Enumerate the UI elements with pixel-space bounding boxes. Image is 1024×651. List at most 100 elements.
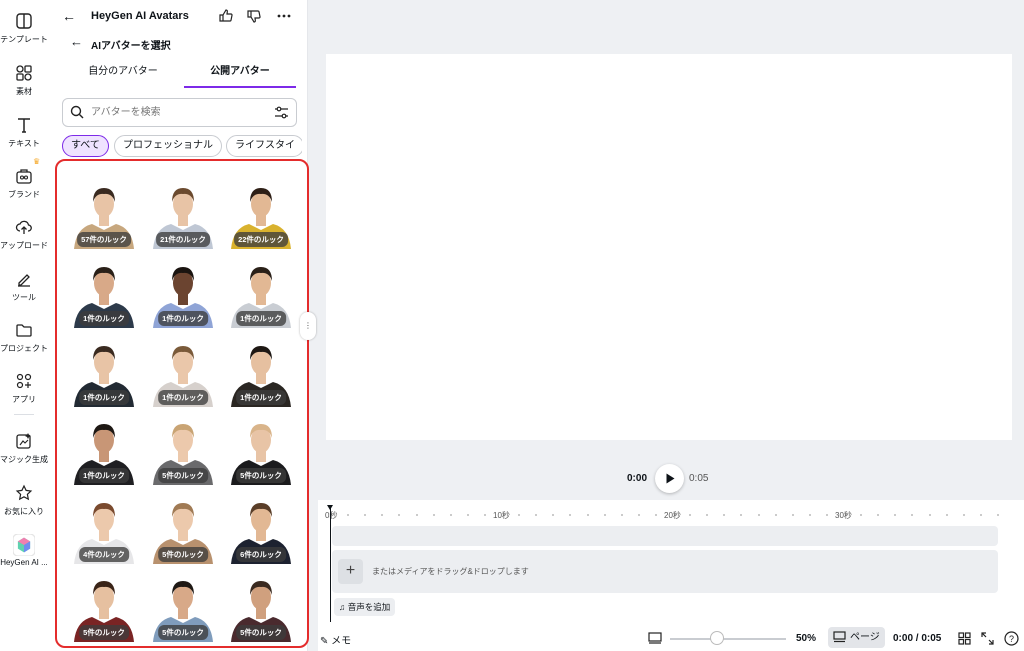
design-canvas[interactable] bbox=[326, 54, 1012, 440]
avatar-tabs: 自分のアバター 公開アバター bbox=[48, 60, 308, 88]
crown-icon: ♛ bbox=[33, 157, 41, 166]
avatar-card[interactable]: 1件のルック bbox=[227, 336, 295, 407]
rail-label: アップロード bbox=[0, 241, 48, 250]
notes-button[interactable]: ✎ メモ bbox=[320, 632, 351, 647]
filter-icon[interactable] bbox=[274, 105, 289, 120]
thumbs-up-icon[interactable] bbox=[218, 8, 234, 24]
notes-icon: ✎ bbox=[320, 636, 332, 647]
avatar-card[interactable]: 1件のルック bbox=[227, 257, 295, 328]
looks-count-badge: 57件のルック bbox=[77, 232, 131, 247]
avatar-card[interactable]: 6件のルック bbox=[227, 493, 295, 564]
search-icon bbox=[70, 105, 84, 119]
ruler-dot bbox=[586, 514, 589, 516]
ruler-dot bbox=[535, 514, 538, 516]
tab-public-avatars[interactable]: 公開アバター bbox=[184, 60, 296, 88]
chip-lifestyle[interactable]: ライフスタイ bbox=[226, 135, 302, 157]
play-button[interactable] bbox=[655, 464, 684, 493]
pages-label: ページ bbox=[850, 632, 880, 643]
tab-my-avatars[interactable]: 自分のアバター bbox=[64, 60, 182, 88]
rail-label: お気に入り bbox=[4, 507, 44, 516]
total-time: 0:05 bbox=[689, 473, 709, 484]
category-chips: すべて プロフェッショナル ライフスタイ bbox=[62, 135, 302, 159]
ruler-dot bbox=[706, 514, 709, 516]
looks-count-badge: 5件のルック bbox=[79, 625, 129, 640]
avatar-card[interactable]: 5件のルック bbox=[227, 414, 295, 485]
ruler-dot bbox=[808, 514, 811, 516]
panel-subheader: ← AIアバターを選択 bbox=[48, 32, 308, 56]
avatar-card[interactable]: 1件のルック bbox=[70, 257, 138, 328]
looks-count-badge: 5件のルック bbox=[236, 468, 286, 483]
rail-item-apps[interactable]: アプリ bbox=[0, 372, 48, 405]
back-arrow-icon[interactable]: ← bbox=[62, 8, 76, 24]
back-arrow-icon[interactable]: ← bbox=[70, 34, 83, 49]
looks-count-badge: 1件のルック bbox=[158, 311, 208, 326]
fullscreen-icon[interactable] bbox=[981, 632, 994, 645]
avatar-card[interactable]: 22件のルック bbox=[227, 178, 295, 249]
looks-count-badge: 1件のルック bbox=[79, 468, 129, 483]
avatar-card[interactable]: 21件のルック bbox=[149, 178, 217, 249]
rail-item-projects[interactable]: プロジェクト bbox=[0, 321, 48, 354]
avatar-card[interactable]: 1件のルック bbox=[70, 336, 138, 407]
pages-button[interactable]: ページ bbox=[828, 627, 885, 648]
chip-professional[interactable]: プロフェッショナル bbox=[114, 135, 222, 157]
heygen-app-icon bbox=[13, 534, 35, 556]
ruler-dot bbox=[381, 514, 384, 516]
panel-title: HeyGen AI Avatars bbox=[91, 10, 189, 22]
thumbs-down-icon[interactable] bbox=[246, 8, 262, 24]
playhead[interactable] bbox=[327, 505, 333, 622]
draw-icon bbox=[18, 274, 30, 287]
rail-item-templates[interactable]: テンプレート bbox=[0, 12, 48, 45]
ruler-dot bbox=[996, 514, 999, 516]
svg-text:?: ? bbox=[1009, 634, 1014, 644]
search-input[interactable] bbox=[91, 103, 266, 122]
avatar-card[interactable]: 5件のルック bbox=[149, 493, 217, 564]
avatar-card[interactable]: 4件のルック bbox=[70, 493, 138, 564]
rail-label: マジック生成 bbox=[0, 455, 48, 464]
looks-count-badge: 5件のルック bbox=[158, 625, 208, 640]
avatar-card[interactable]: 1件のルック bbox=[149, 336, 217, 407]
rail-divider bbox=[14, 414, 34, 415]
rail-item-brand[interactable]: ブランド bbox=[0, 167, 48, 200]
add-audio-button[interactable]: ♫ 音声を追加 bbox=[334, 598, 396, 616]
ruler-tick: 10秒 bbox=[493, 511, 510, 520]
avatar-card[interactable]: 57件のルック bbox=[70, 178, 138, 249]
rail-item-text[interactable]: テキスト bbox=[0, 116, 48, 149]
rail-item-magic[interactable]: マジック生成 bbox=[0, 432, 48, 465]
looks-count-badge: 6件のルック bbox=[236, 547, 286, 562]
video-track[interactable] bbox=[332, 526, 998, 546]
rail-item-tools[interactable]: ツール bbox=[0, 270, 48, 303]
rail-item-heygen[interactable]: HeyGen AI ... bbox=[0, 534, 48, 567]
avatar-card[interactable]: 1件のルック bbox=[149, 257, 217, 328]
rail-item-elements[interactable]: 素材 bbox=[0, 64, 48, 97]
panel-collapse-handle[interactable]: ⋮ bbox=[300, 312, 316, 340]
rail-label: アプリ bbox=[12, 395, 36, 404]
media-drop-track[interactable]: + またはメディアをドラッグ&ドロップします bbox=[332, 550, 998, 593]
more-options-icon[interactable] bbox=[276, 8, 292, 24]
avatar-card[interactable]: 1件のルック bbox=[70, 414, 138, 485]
playback-controls: 0:00 0:05 bbox=[600, 464, 740, 494]
rail-item-favorites[interactable]: お気に入り bbox=[0, 484, 48, 517]
timecode: 0:00 / 0:05 bbox=[893, 633, 942, 644]
add-media-button[interactable]: + bbox=[338, 559, 363, 584]
ruler-dot bbox=[825, 514, 828, 516]
help-icon[interactable]: ? bbox=[1004, 631, 1019, 646]
avatar-card[interactable]: 5件のルック bbox=[70, 571, 138, 642]
ruler-dot bbox=[449, 514, 452, 516]
rail-item-uploads[interactable]: アップロード bbox=[0, 218, 48, 251]
page-size-icon[interactable] bbox=[648, 632, 662, 644]
text-icon bbox=[18, 118, 30, 133]
looks-count-badge: 1件のルック bbox=[79, 311, 129, 326]
zoom-slider-knob[interactable] bbox=[710, 631, 724, 645]
grid-view-icon[interactable] bbox=[958, 632, 971, 645]
avatar-card[interactable]: 5件のルック bbox=[149, 571, 217, 642]
chip-all[interactable]: すべて bbox=[62, 135, 109, 157]
pages-icon bbox=[833, 631, 846, 643]
drop-hint: またはメディアをドラッグ&ドロップします bbox=[372, 567, 529, 576]
looks-count-badge: 1件のルック bbox=[79, 390, 129, 405]
avatar-card[interactable]: 5件のルック bbox=[227, 571, 295, 642]
zoom-slider[interactable] bbox=[670, 638, 786, 640]
avatar-grid: 57件のルック 21件のルック 22件のルック 1件のルック 1件のルック 1件のルック 1… bbox=[55, 159, 309, 648]
upload-icon bbox=[15, 220, 32, 234]
bottom-bar: ✎ メモ 50% ページ 0:00 / 0:05 ? bbox=[318, 626, 1024, 651]
avatar-card[interactable]: 5件のルック bbox=[149, 414, 217, 485]
